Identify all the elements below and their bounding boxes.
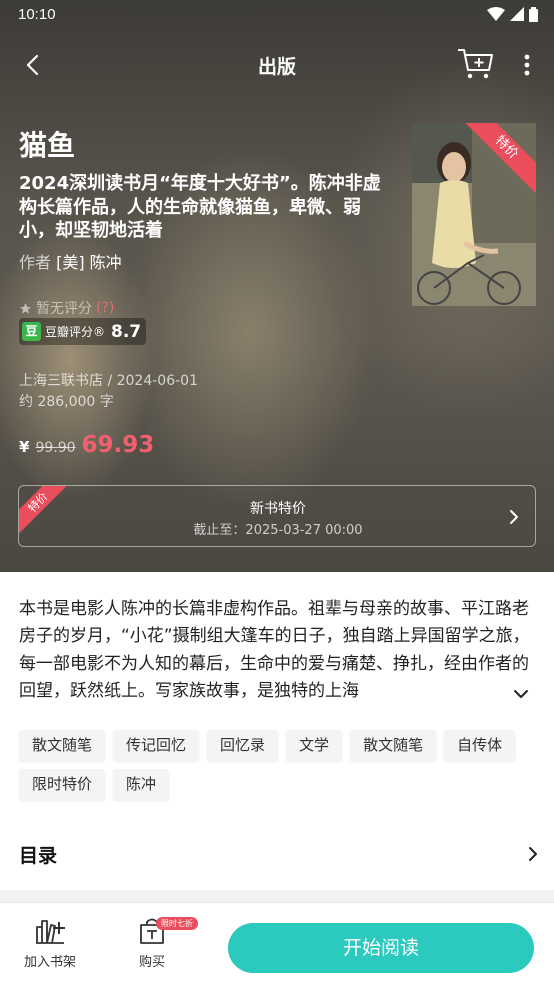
- douban-label: 豆瓣评分®: [45, 325, 106, 339]
- original-price: 99.90: [35, 440, 76, 456]
- more-button[interactable]: [514, 50, 540, 80]
- book-cover[interactable]: 鱼 特价: [412, 123, 536, 306]
- battery-icon: [529, 7, 538, 22]
- toc-label: 目录: [19, 845, 58, 867]
- promo-title: 新书特价: [250, 501, 306, 517]
- tag[interactable]: 自传体: [444, 730, 516, 761]
- more-vertical-icon: [524, 54, 530, 76]
- book-details: 本书是电影人陈冲的长篇非虚构作品。祖辈与母亲的故事、平江路老房子的岁月，“小花”…: [0, 572, 554, 890]
- tag[interactable]: 传记回忆: [113, 730, 200, 761]
- word-count: 约 286,000 字: [19, 394, 114, 410]
- no-rating-text: 暂无评分: [36, 301, 92, 317]
- chevron-right-icon: [529, 847, 537, 861]
- cart-button[interactable]: [456, 46, 496, 80]
- promo-deadline: 截止至：2025-03-27 00:00: [193, 523, 363, 538]
- reader-rating: 暂无评分 (?): [19, 298, 114, 318]
- tag[interactable]: 陈冲: [113, 769, 170, 800]
- douban-score: 8.7: [111, 321, 142, 342]
- author-name: [美] 陈冲: [56, 253, 122, 272]
- back-icon: [26, 54, 39, 76]
- tag[interactable]: 散文随笔: [19, 730, 106, 761]
- chevron-right-icon: [510, 510, 518, 524]
- tag[interactable]: 散文随笔: [350, 730, 437, 761]
- douban-rating[interactable]: 豆 豆瓣评分® 8.7: [19, 318, 147, 345]
- bookshelf-add-icon: [36, 920, 65, 944]
- back-button[interactable]: [18, 50, 48, 80]
- status-bar: 10:10: [0, 0, 554, 30]
- currency-symbol: ¥: [19, 438, 30, 456]
- wifi-icon: [487, 7, 505, 21]
- start-reading-button[interactable]: 开始阅读: [228, 923, 534, 973]
- status-time: 10:10: [18, 6, 56, 23]
- buy-label: 购买: [138, 955, 165, 970]
- bottom-action-bar: 加入书架 购买 限时七折 开始阅读: [0, 902, 554, 984]
- current-price: 69.93: [81, 432, 155, 458]
- book-description: 本书是电影人陈冲的长篇非虚构作品。祖辈与母亲的故事、平江路老房子的岁月，“小花”…: [19, 599, 530, 701]
- tag-list: 散文随笔 传记回忆 回忆录 文学 散文随笔 自传体 限时特价 陈冲: [19, 730, 539, 800]
- tag[interactable]: 限时特价: [19, 769, 106, 800]
- star-icon: [20, 302, 31, 314]
- author-label: 作者: [19, 253, 52, 272]
- app-bar: 出版: [0, 40, 554, 88]
- book-header: 10:10 出版 猫鱼 2024深圳读书月“年度十大好书”。陈冲非虚构长篇作品，…: [0, 0, 554, 572]
- table-of-contents-row[interactable]: 目录: [0, 830, 554, 876]
- publisher-info: 上海三联书店 / 2024-06-01: [19, 373, 198, 389]
- rating-help-icon[interactable]: (?): [96, 300, 114, 316]
- tag[interactable]: 回忆录: [207, 730, 279, 761]
- promo-banner[interactable]: 特价 新书特价 截止至：2025-03-27 00:00: [18, 485, 536, 547]
- add-to-shelf-button[interactable]: 加入书架: [15, 917, 85, 970]
- chevron-down-icon: [514, 690, 528, 698]
- book-subtitle: 2024深圳读书月“年度十大好书”。陈冲非虚构长篇作品，人的生命就像猫鱼，卑微、…: [19, 173, 381, 241]
- signal-icon: [510, 7, 524, 21]
- expand-description-button[interactable]: [506, 681, 536, 707]
- discount-badge: 限时七折: [156, 917, 198, 930]
- book-title: 猫鱼: [19, 129, 76, 162]
- cart-add-icon: [458, 49, 493, 79]
- tag[interactable]: 文学: [286, 730, 343, 761]
- douban-logo: 豆: [22, 322, 41, 341]
- price-row: ¥ 99.90 69.93: [19, 432, 154, 458]
- add-to-shelf-label: 加入书架: [23, 955, 76, 970]
- author-line[interactable]: 作者 [美] 陈冲: [19, 249, 122, 273]
- status-icons: [487, 7, 538, 22]
